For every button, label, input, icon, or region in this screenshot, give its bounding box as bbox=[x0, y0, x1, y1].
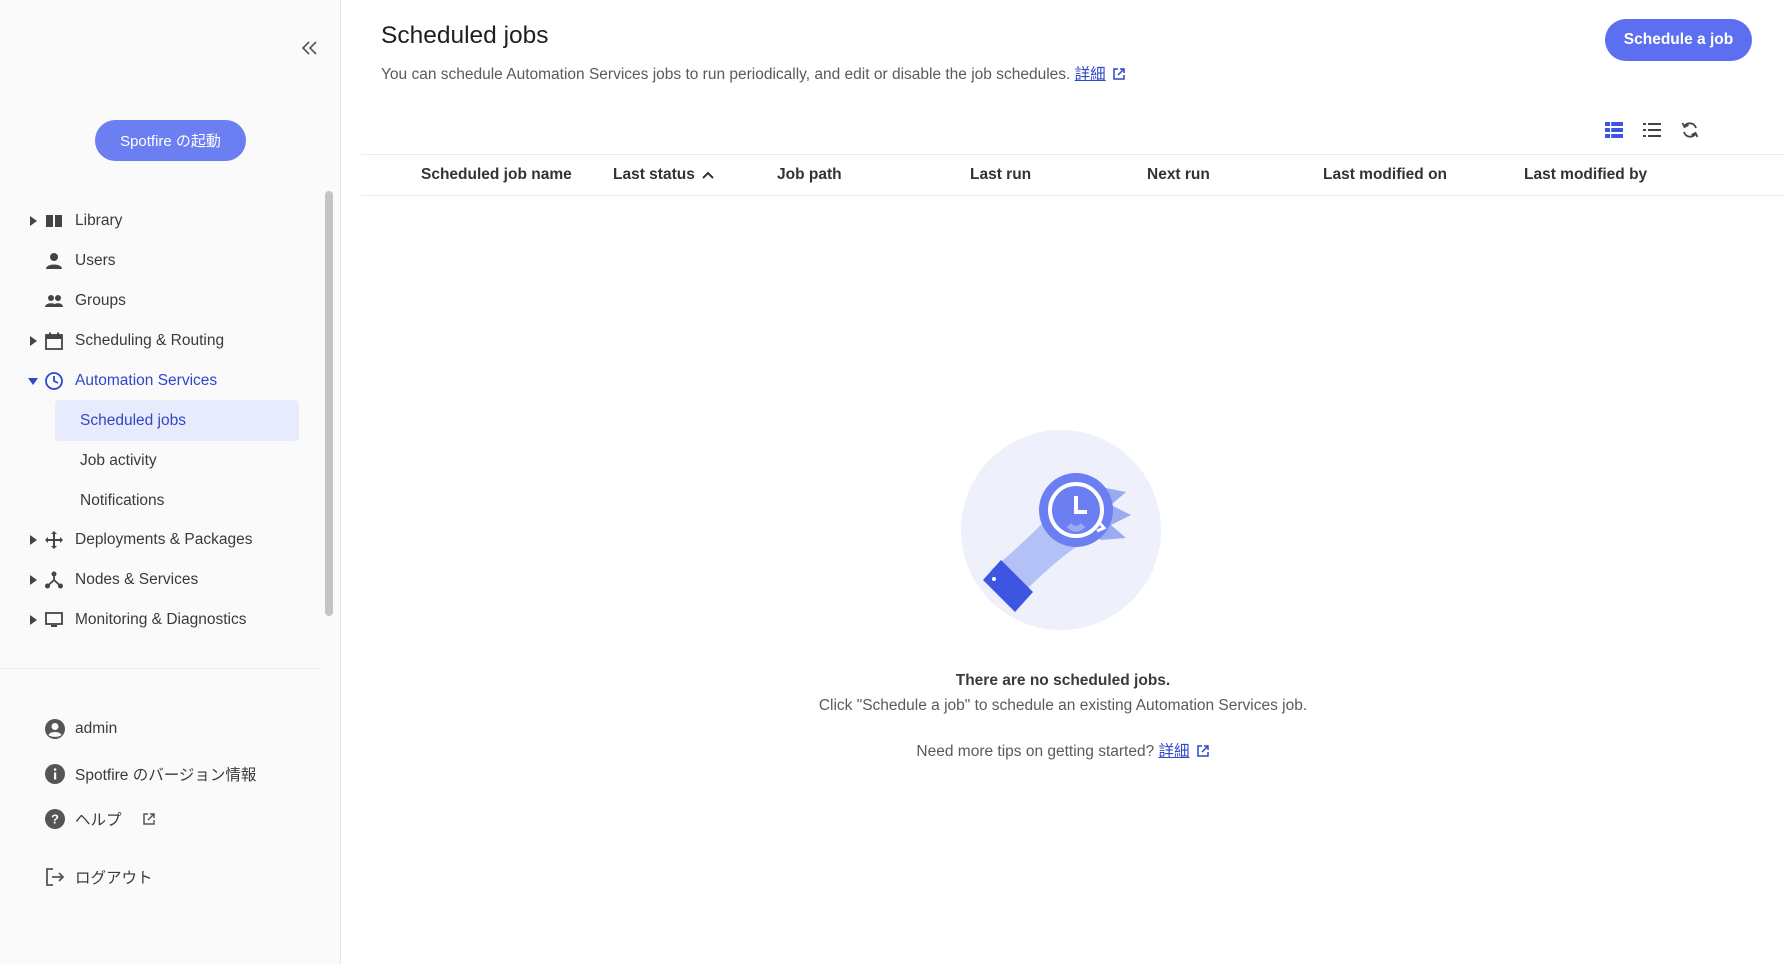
sidebar-item-nodes-services[interactable]: Nodes & Services bbox=[0, 560, 320, 600]
table-view-icon bbox=[1605, 122, 1623, 138]
sidebar-item-label: ログアウト bbox=[75, 870, 153, 887]
monitor-icon bbox=[44, 610, 64, 630]
info-icon bbox=[44, 763, 66, 785]
sidebar-item-version-info[interactable]: Spotfire のバージョン情報 bbox=[0, 754, 320, 794]
sidebar-item-library[interactable]: Library bbox=[0, 201, 320, 241]
sidebar-nav: Library Users Groups Scheduling & Routin… bbox=[0, 189, 320, 669]
list-view-icon bbox=[1643, 123, 1661, 137]
double-chevron-left-icon bbox=[301, 41, 317, 55]
page-title: Scheduled jobs bbox=[381, 22, 549, 49]
sidebar-subitem-job-activity[interactable]: Job activity bbox=[55, 440, 299, 481]
table-view-toggle[interactable] bbox=[1603, 119, 1625, 141]
svg-text:?: ? bbox=[51, 812, 59, 827]
sidebar-scrollbar[interactable] bbox=[325, 191, 333, 616]
sidebar-subitem-label: Notifications bbox=[80, 491, 165, 509]
sidebar-subitem-scheduled-jobs[interactable]: Scheduled jobs bbox=[55, 400, 299, 441]
empty-state-tip-text: Need more tips on getting started? bbox=[916, 743, 1155, 760]
group-icon bbox=[44, 291, 64, 311]
sidebar-item-label: Spotfire のバージョン情報 bbox=[75, 767, 257, 784]
external-link-icon bbox=[142, 812, 156, 831]
sidebar-item-deployments-packages[interactable]: Deployments & Packages bbox=[0, 520, 320, 560]
page-description: You can schedule Automation Services job… bbox=[381, 62, 1126, 86]
main-content: Scheduled jobs You can schedule Automati… bbox=[341, 0, 1785, 964]
sidebar-item-logout[interactable]: ログアウト bbox=[0, 857, 320, 897]
sidebar-item-users[interactable]: Users bbox=[0, 241, 320, 281]
column-header-last-status[interactable]: Last status bbox=[613, 155, 715, 195]
move-icon bbox=[44, 530, 64, 550]
empty-state: There are no scheduled jobs. Click "Sche… bbox=[341, 0, 1785, 964]
sort-ascending-icon bbox=[702, 171, 714, 179]
column-header-label: Last run bbox=[970, 166, 1032, 183]
logout-icon bbox=[44, 866, 66, 888]
expand-caret-icon[interactable] bbox=[28, 216, 38, 226]
sidebar-item-label: ヘルプ bbox=[75, 812, 122, 829]
empty-state-tip: Need more tips on getting started? 詳細 bbox=[341, 739, 1785, 763]
sidebar-item-admin[interactable]: admin bbox=[0, 709, 320, 749]
collapse-caret-icon[interactable] bbox=[28, 376, 38, 386]
book-icon bbox=[44, 211, 64, 231]
sidebar-item-label: Groups bbox=[75, 292, 126, 309]
sidebar-item-label: Nodes & Services bbox=[75, 571, 199, 588]
sidebar-item-label: Automation Services bbox=[75, 372, 218, 389]
column-header-last-modified-by[interactable]: Last modified by bbox=[1524, 155, 1647, 195]
sidebar-item-groups[interactable]: Groups bbox=[0, 281, 320, 321]
expand-caret-icon[interactable] bbox=[28, 575, 38, 585]
sidebar-item-label: admin bbox=[75, 720, 118, 737]
page-description-text: You can schedule Automation Services job… bbox=[381, 66, 1071, 83]
sidebar: Spotfire の起動 Library Users Groups Schedu… bbox=[0, 0, 341, 964]
table-header: Scheduled job name Last status Job path … bbox=[361, 154, 1785, 196]
sidebar-item-automation-services[interactable]: Automation Services bbox=[0, 361, 320, 401]
external-link-icon[interactable] bbox=[1196, 744, 1210, 763]
sidebar-item-label: Deployments & Packages bbox=[75, 531, 253, 548]
empty-state-subtitle: Click "Schedule a job" to schedule an ex… bbox=[818, 697, 1308, 714]
help-icon: ? bbox=[44, 808, 66, 830]
nodes-icon bbox=[44, 570, 64, 590]
column-header-label: Last status bbox=[613, 166, 695, 183]
column-header-job-path[interactable]: Job path bbox=[777, 155, 842, 195]
column-header-last-run[interactable]: Last run bbox=[970, 155, 1031, 195]
sidebar-item-label: Scheduling & Routing bbox=[75, 332, 225, 349]
sidebar-item-label: Library bbox=[75, 212, 123, 229]
sidebar-subitem-label: Scheduled jobs bbox=[80, 411, 186, 429]
refresh-icon bbox=[1681, 122, 1699, 138]
account-circle-icon bbox=[44, 718, 66, 740]
sidebar-subitem-label: Job activity bbox=[80, 451, 157, 469]
calendar-icon bbox=[44, 331, 64, 351]
scheduled-job-illustration bbox=[961, 430, 1161, 630]
column-header-label: Last modified on bbox=[1323, 166, 1447, 183]
external-link-icon[interactable] bbox=[1112, 67, 1126, 86]
sidebar-item-scheduling-routing[interactable]: Scheduling & Routing bbox=[0, 321, 320, 361]
column-header-last-modified-on[interactable]: Last modified on bbox=[1323, 155, 1447, 195]
sidebar-subitem-notifications[interactable]: Notifications bbox=[55, 480, 299, 521]
column-header-label: Next run bbox=[1147, 166, 1210, 183]
column-header-label: Scheduled job name bbox=[421, 166, 572, 183]
expand-caret-icon[interactable] bbox=[28, 615, 38, 625]
details-link[interactable]: 詳細 bbox=[1075, 66, 1106, 83]
column-header-label: Last modified by bbox=[1524, 166, 1648, 183]
sidebar-item-monitoring-diagnostics[interactable]: Monitoring & Diagnostics bbox=[0, 600, 320, 640]
launch-spotfire-button[interactable]: Spotfire の起動 bbox=[95, 120, 246, 161]
column-header-next-run[interactable]: Next run bbox=[1147, 155, 1210, 195]
schedule-job-button[interactable]: Schedule a job bbox=[1605, 19, 1752, 61]
refresh-button[interactable] bbox=[1679, 119, 1701, 141]
tip-details-link[interactable]: 詳細 bbox=[1159, 743, 1190, 760]
sidebar-item-label: Users bbox=[75, 252, 116, 269]
clock-icon bbox=[44, 371, 64, 391]
empty-state-title: There are no scheduled jobs. bbox=[955, 672, 1171, 689]
sidebar-item-help[interactable]: ? ヘルプ bbox=[0, 799, 320, 839]
column-header-scheduled-job-name[interactable]: Scheduled job name bbox=[421, 155, 572, 195]
collapse-sidebar-button[interactable] bbox=[298, 36, 322, 60]
expand-caret-icon[interactable] bbox=[28, 535, 38, 545]
list-view-toggle[interactable] bbox=[1641, 119, 1663, 141]
expand-caret-icon[interactable] bbox=[28, 336, 38, 346]
sidebar-item-label: Monitoring & Diagnostics bbox=[75, 611, 247, 628]
user-icon bbox=[44, 251, 64, 271]
column-header-label: Job path bbox=[777, 166, 842, 183]
